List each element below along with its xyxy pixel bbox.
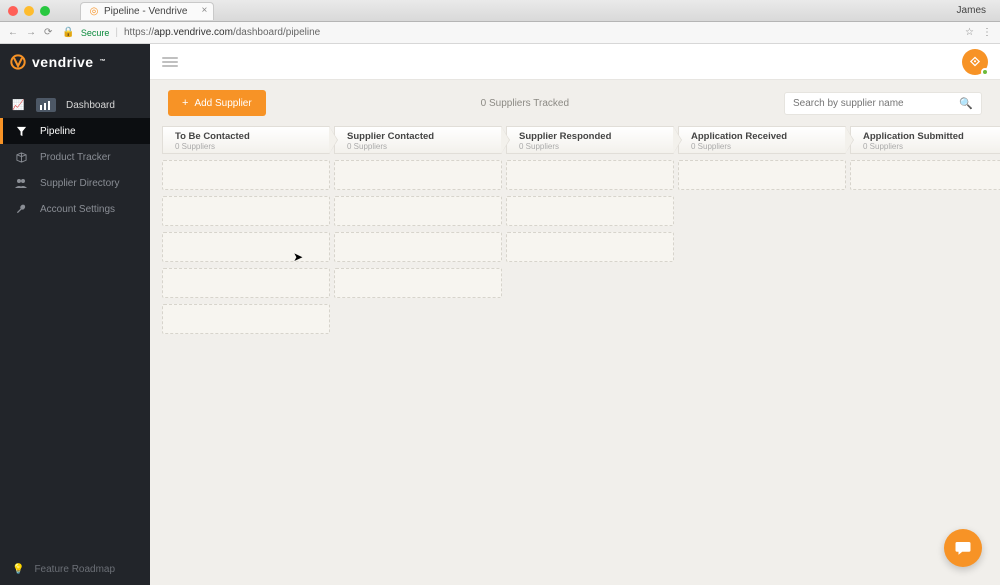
stage-header[interactable]: Application Received0 Suppliers [678, 126, 846, 154]
stage-title: Application Submitted [863, 131, 1000, 142]
browser-menu-icon[interactable]: ⋮ [982, 27, 992, 38]
search-box[interactable]: 🔍 [784, 92, 982, 115]
sidebar-item-account-settings[interactable]: Account Settings [0, 196, 150, 222]
brand-name: vendrive [32, 54, 94, 70]
sidebar-item-label: Account Settings [40, 204, 115, 215]
sidebar-item-label: Dashboard [66, 100, 115, 111]
url-text: https://app.vendrive.com/dashboard/pipel… [124, 27, 320, 38]
sidebar-item-label: Product Tracker [40, 152, 111, 163]
browser-back-icon[interactable]: ← [8, 27, 18, 38]
suppliers-tracked-count: 0 Suppliers Tracked [278, 98, 772, 109]
sidebar-item-supplier-directory[interactable]: Supplier Directory [0, 170, 150, 196]
pipeline-stage: Supplier Contacted0 Suppliers [334, 126, 502, 334]
sidebar-item-label: Feature Roadmap [34, 564, 115, 575]
online-status-dot [981, 68, 989, 76]
stage-header[interactable]: Supplier Responded0 Suppliers [506, 126, 674, 154]
browser-address-bar[interactable]: 🔒 Secure | https://app.vendrive.com/dash… [62, 27, 955, 38]
vendrive-logo-icon [10, 54, 26, 70]
empty-card-slot[interactable] [162, 304, 330, 334]
chat-launcher-button[interactable] [944, 529, 982, 567]
window-minimize-icon[interactable] [24, 6, 34, 16]
empty-card-slot[interactable] [506, 196, 674, 226]
empty-card-slot[interactable] [162, 196, 330, 226]
sidebar-item-label: Pipeline [40, 126, 76, 137]
stage-title: Application Received [691, 131, 837, 142]
plus-icon: + [182, 97, 188, 109]
empty-card-slot[interactable] [334, 268, 502, 298]
stage-count: 0 Suppliers [691, 142, 837, 151]
stage-body [850, 160, 1000, 190]
browser-tab[interactable]: ◎ Pipeline - Vendrive × [80, 2, 214, 20]
sidebar-item-dashboard[interactable]: 📈 Dashboard [0, 92, 150, 118]
empty-card-slot[interactable] [162, 160, 330, 190]
sidebar-item-pipeline[interactable]: Pipeline [0, 118, 150, 144]
tab-favicon-icon: ◎ [89, 6, 99, 16]
users-icon [12, 176, 30, 190]
stage-body [506, 160, 674, 262]
brand-logo[interactable]: vendrive™ [0, 44, 150, 80]
chart-icon: 📈 [12, 100, 26, 111]
tab-title: Pipeline - Vendrive [104, 6, 187, 17]
browser-forward-icon[interactable]: → [26, 27, 36, 38]
pipeline-stage: Supplier Responded0 Suppliers [506, 126, 674, 334]
menu-toggle-icon[interactable] [162, 57, 178, 67]
add-supplier-button[interactable]: + Add Supplier [168, 90, 266, 116]
pipeline-stage: Application Submitted0 Suppliers [850, 126, 1000, 334]
lock-icon: 🔒 [62, 27, 74, 38]
stage-body [162, 160, 330, 334]
browser-titlebar: ◎ Pipeline - Vendrive × James [0, 0, 1000, 22]
search-icon[interactable]: 🔍 [959, 97, 973, 110]
search-input[interactable] [793, 98, 959, 109]
stage-header[interactable]: To Be Contacted0 Suppliers [162, 126, 330, 154]
empty-card-slot[interactable] [678, 160, 846, 190]
filter-icon [12, 124, 30, 138]
stage-header[interactable]: Application Submitted0 Suppliers [850, 126, 1000, 154]
empty-card-slot[interactable] [506, 160, 674, 190]
stage-count: 0 Suppliers [863, 142, 1000, 151]
sidebar-item-feature-roadmap[interactable]: 💡 Feature Roadmap [0, 554, 150, 585]
window-controls [8, 6, 50, 16]
pipeline-board: To Be Contacted0 SuppliersSupplier Conta… [150, 126, 1000, 344]
browser-reload-icon[interactable]: ⟳ [44, 27, 52, 38]
browser-star-icon[interactable]: ☆ [965, 27, 974, 38]
empty-card-slot[interactable] [162, 232, 330, 262]
empty-card-slot[interactable] [334, 196, 502, 226]
pipeline-stage: Application Received0 Suppliers [678, 126, 846, 334]
stage-body [334, 160, 502, 298]
bar-chart-icon [36, 98, 56, 112]
sidebar-item-product-tracker[interactable]: Product Tracker [0, 144, 150, 170]
box-icon [12, 150, 30, 164]
stage-title: Supplier Responded [519, 131, 665, 142]
lightbulb-icon: 💡 [12, 564, 24, 575]
browser-toolbar: ← → ⟳ 🔒 Secure | https://app.vendrive.co… [0, 22, 1000, 44]
stage-count: 0 Suppliers [175, 142, 321, 151]
avatar-logo-icon: ⟐ [970, 54, 980, 70]
empty-card-slot[interactable] [506, 232, 674, 262]
empty-card-slot[interactable] [162, 268, 330, 298]
empty-card-slot[interactable] [850, 160, 1000, 190]
stage-header[interactable]: Supplier Contacted0 Suppliers [334, 126, 502, 154]
stage-title: To Be Contacted [175, 131, 321, 142]
topbar: ⟐ [150, 44, 1000, 80]
wrench-icon [12, 202, 30, 216]
add-supplier-label: Add Supplier [194, 98, 251, 109]
sidebar-item-label: Supplier Directory [40, 178, 119, 189]
secure-label: Secure [81, 28, 110, 38]
stage-count: 0 Suppliers [347, 142, 493, 151]
empty-card-slot[interactable] [334, 160, 502, 190]
empty-card-slot[interactable] [334, 232, 502, 262]
sidebar: vendrive™ 📈 Dashboard Pipeline Product T… [0, 44, 150, 585]
pipeline-stage: To Be Contacted0 Suppliers [162, 126, 330, 334]
browser-profile-name[interactable]: James [957, 5, 986, 16]
stage-title: Supplier Contacted [347, 131, 493, 142]
window-maximize-icon[interactable] [40, 6, 50, 16]
tab-close-icon[interactable]: × [202, 5, 208, 16]
window-close-icon[interactable] [8, 6, 18, 16]
stage-body [678, 160, 846, 190]
user-avatar[interactable]: ⟐ [962, 49, 988, 75]
chat-icon [954, 539, 972, 557]
stage-count: 0 Suppliers [519, 142, 665, 151]
